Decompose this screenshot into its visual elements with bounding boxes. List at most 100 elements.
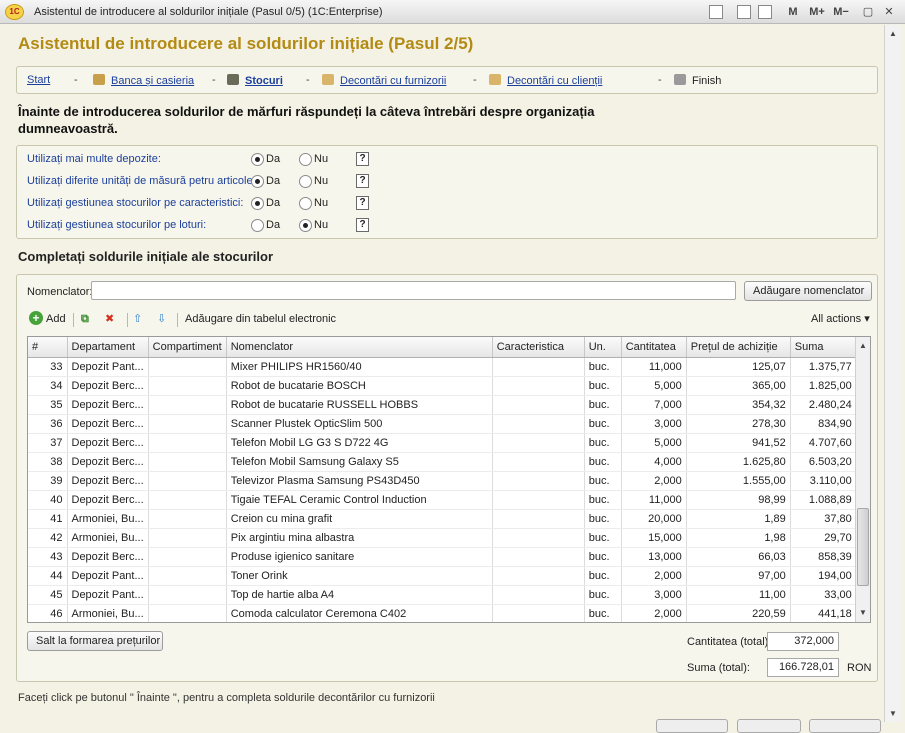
table-cell[interactable]: buc. (584, 566, 622, 586)
step-stocks[interactable]: Stocuri (227, 74, 283, 87)
cancel-button[interactable] (809, 719, 881, 733)
table-cell[interactable]: 1,89 (686, 509, 791, 529)
maximize-button[interactable]: ▢ (861, 4, 875, 20)
table-cell[interactable]: 941,52 (686, 433, 791, 453)
table-cell[interactable] (492, 547, 585, 567)
table-cell[interactable]: 46 (28, 604, 68, 622)
add-row-button[interactable]: + Add (29, 311, 66, 327)
calculator-icon[interactable] (737, 5, 751, 19)
table-row[interactable]: 40 Depozit Berc... Tigaie TEFAL Ceramic Co… (28, 490, 857, 510)
help-icon[interactable]: ? (356, 196, 369, 210)
table-cell[interactable]: 441,18 (790, 604, 857, 622)
option-yes-radio[interactable] (251, 153, 264, 166)
table-cell[interactable]: 2,000 (621, 471, 687, 491)
table-cell[interactable]: 34 (28, 376, 68, 396)
scroll-up-icon[interactable]: ▲ (859, 341, 867, 350)
table-cell[interactable]: Depozit Pant... (67, 566, 149, 586)
option-no-radio[interactable] (299, 197, 312, 210)
back-button[interactable] (656, 719, 728, 733)
table-scrollbar[interactable]: ▲ ▼ (855, 337, 870, 622)
step-bank-link[interactable]: Banca și casieria (111, 75, 194, 87)
table-cell[interactable]: Comoda calculator Ceremona C402 (226, 604, 493, 622)
table-cell[interactable]: 194,00 (790, 566, 857, 586)
step-start[interactable]: Start (27, 74, 50, 86)
column-header[interactable]: Nomenclator (226, 337, 493, 358)
table-cell[interactable]: buc. (584, 528, 622, 548)
table-cell[interactable]: 40 (28, 490, 68, 510)
memory-button[interactable]: M (786, 4, 800, 20)
scroll-up-icon[interactable]: ▲ (889, 29, 897, 38)
info-icon[interactable] (709, 5, 723, 19)
table-cell[interactable]: 1.555,00 (686, 471, 791, 491)
table-cell[interactable] (492, 604, 585, 622)
help-icon[interactable]: ? (356, 152, 369, 166)
option-yes-radio[interactable] (251, 219, 264, 232)
table-cell[interactable]: Armoniei, Bu... (67, 509, 149, 529)
column-header[interactable]: Caracteristica (492, 337, 585, 358)
table-cell[interactable]: 36 (28, 414, 68, 434)
table-cell[interactable]: Scanner Plustek OpticSlim 500 (226, 414, 493, 434)
memory-plus-button[interactable]: M+ (806, 4, 828, 20)
table-cell[interactable]: 37 (28, 433, 68, 453)
table-cell[interactable]: 834,90 (790, 414, 857, 434)
table-row[interactable]: 44 Depozit Pant... Toner Orink buc. 2,000 97,… (28, 566, 857, 586)
table-cell[interactable]: 2,000 (621, 566, 687, 586)
table-cell[interactable] (492, 357, 585, 377)
table-cell[interactable]: 37,80 (790, 509, 857, 529)
table-cell[interactable]: Armoniei, Bu... (67, 604, 149, 622)
table-cell[interactable]: Telefon Mobil LG G3 S D722 4G (226, 433, 493, 453)
table-row[interactable]: 41 Armoniei, Bu... Creion cu mina grafit bu… (28, 509, 857, 529)
table-cell[interactable] (492, 395, 585, 415)
scroll-down-icon[interactable]: ▼ (889, 709, 897, 718)
table-cell[interactable]: 4.707,60 (790, 433, 857, 453)
table-cell[interactable]: 98,99 (686, 490, 791, 510)
column-header[interactable]: Suma (790, 337, 857, 358)
move-up-icon[interactable]: ⇧ (133, 311, 147, 327)
table-cell[interactable]: Depozit Berc... (67, 452, 149, 472)
table-cell[interactable]: Depozit Berc... (67, 414, 149, 434)
table-cell[interactable] (148, 566, 227, 586)
table-cell[interactable]: 35 (28, 395, 68, 415)
table-cell[interactable] (148, 509, 227, 529)
scroll-thumb[interactable] (857, 508, 869, 586)
table-row[interactable]: 39 Depozit Berc... Televizor Plasma Samsun… (28, 471, 857, 491)
column-header[interactable]: Compartiment (148, 337, 227, 358)
table-cell[interactable]: 1.825,00 (790, 376, 857, 396)
step-suppliers[interactable]: Decontări cu furnizorii (322, 74, 446, 87)
table-cell[interactable]: 125,07 (686, 357, 791, 377)
table-cell[interactable] (148, 471, 227, 491)
table-cell[interactable]: 858,39 (790, 547, 857, 567)
table-cell[interactable] (148, 414, 227, 434)
table-cell[interactable] (492, 414, 585, 434)
table-cell[interactable] (148, 604, 227, 622)
table-row[interactable]: 34 Depozit Berc... Robot de bucatarie BOSC… (28, 376, 857, 396)
table-cell[interactable]: 42 (28, 528, 68, 548)
table-cell[interactable]: 1.625,80 (686, 452, 791, 472)
table-cell[interactable]: 278,30 (686, 414, 791, 434)
table-cell[interactable]: Produse igienico sanitare (226, 547, 493, 567)
table-cell[interactable] (148, 357, 227, 377)
table-cell[interactable]: 41 (28, 509, 68, 529)
table-cell[interactable]: 220,59 (686, 604, 791, 622)
table-cell[interactable] (492, 509, 585, 529)
table-cell[interactable]: Robot de bucatarie RUSSELL HOBBS (226, 395, 493, 415)
move-down-icon[interactable]: ⇩ (157, 311, 171, 327)
table-cell[interactable]: 11,000 (621, 357, 687, 377)
table-cell[interactable]: 6.503,20 (790, 452, 857, 472)
table-cell[interactable]: Depozit Berc... (67, 471, 149, 491)
table-cell[interactable]: 20,000 (621, 509, 687, 529)
delete-row-icon[interactable]: ✖ (105, 311, 119, 327)
table-cell[interactable]: 5,000 (621, 433, 687, 453)
table-cell[interactable]: buc. (584, 376, 622, 396)
column-header[interactable]: Cantitatea (621, 337, 687, 358)
stocks-table[interactable]: # Departament Compartiment Nomenclator C… (27, 336, 871, 623)
table-cell[interactable]: 44 (28, 566, 68, 586)
table-cell[interactable]: Depozit Berc... (67, 490, 149, 510)
table-row[interactable]: 42 Armoniei, Bu... Pix argintiu mina albas… (28, 528, 857, 548)
calendar-icon[interactable] (758, 5, 772, 19)
table-cell[interactable]: buc. (584, 509, 622, 529)
table-cell[interactable]: 5,000 (621, 376, 687, 396)
table-cell[interactable]: buc. (584, 357, 622, 377)
table-cell[interactable] (492, 376, 585, 396)
table-cell[interactable]: Depozit Pant... (67, 357, 149, 377)
